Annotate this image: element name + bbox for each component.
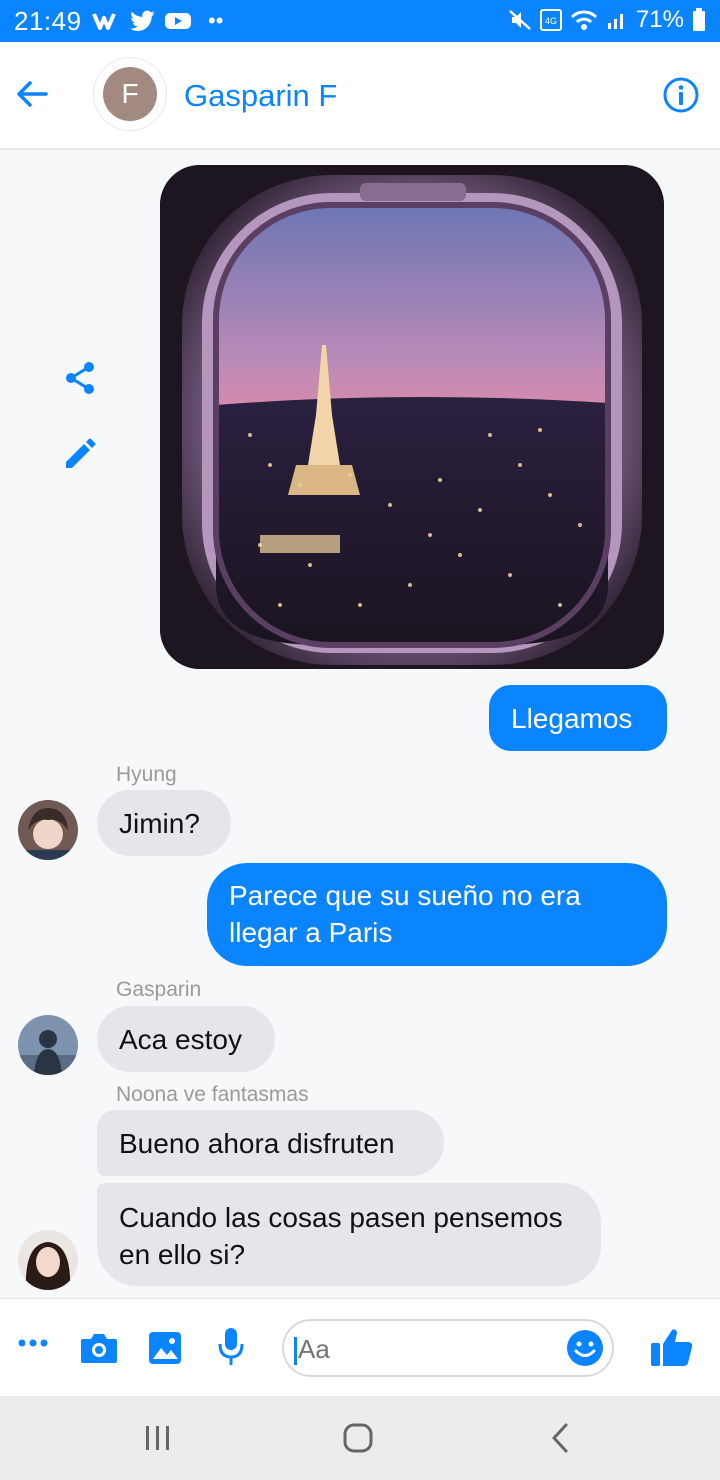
system-icons: 4G 71% — [508, 6, 706, 34]
camera-icon[interactable] — [80, 1331, 118, 1365]
message-input[interactable] — [296, 1331, 560, 1367]
system-navigation-bar — [0, 1396, 720, 1480]
airplane-window-eiffel-tower-photo — [160, 165, 664, 669]
home-icon[interactable] — [342, 1422, 374, 1454]
notification-icons: •• — [92, 8, 223, 34]
message-bubble-outgoing[interactable]: Parece que su sueño no era llegar a Pari… — [207, 863, 667, 966]
status-time: 21:49 — [14, 6, 82, 36]
message-bubble-outgoing[interactable]: Llegamos — [489, 685, 667, 751]
mute-icon — [509, 10, 531, 30]
contact-name[interactable]: Gasparin F — [184, 78, 337, 114]
contact-avatar[interactable]: F — [98, 62, 162, 126]
microphone-icon[interactable] — [218, 1327, 244, 1367]
shared-photo[interactable] — [160, 165, 664, 669]
message-bubble-incoming[interactable]: Jimin? — [97, 790, 231, 856]
more-icon[interactable] — [18, 1337, 48, 1349]
message-text: Bueno ahora disfruten — [119, 1127, 395, 1159]
svg-text:4G: 4G — [545, 16, 557, 26]
message-text: Aca estoy — [119, 1023, 242, 1055]
edit-pencil-icon[interactable] — [62, 436, 98, 472]
avatar-gasparin — [18, 1015, 78, 1075]
message-text: Parece que su sueño no era llegar a Pari… — [229, 880, 581, 948]
share-icon[interactable] — [62, 360, 98, 396]
message-input-box[interactable] — [282, 1319, 614, 1377]
message-composer — [0, 1298, 720, 1397]
wifi-icon — [570, 10, 598, 30]
avatar-hyung — [18, 800, 78, 860]
more-notifications-icon: •• — [208, 8, 224, 33]
message-bubble-incoming[interactable]: Aca estoy — [97, 1006, 275, 1072]
wattpad-icon — [92, 13, 116, 30]
sender-name: Gasparin — [116, 978, 202, 1001]
like-icon[interactable] — [650, 1327, 694, 1367]
avatar[interactable] — [18, 1230, 78, 1290]
battery-icon — [693, 8, 705, 31]
avatar-noona — [18, 1230, 78, 1290]
message-text: Jimin? — [119, 807, 200, 839]
battery-percent: 71% — [635, 6, 684, 33]
signal-icon — [607, 14, 623, 29]
back-nav-icon[interactable] — [548, 1422, 572, 1454]
emoji-icon[interactable] — [566, 1329, 604, 1367]
message-bubble-incoming[interactable]: Cuando las cosas pasen pensemos en ello … — [97, 1183, 601, 1286]
sender-name: Hyung — [116, 763, 177, 786]
gallery-icon[interactable] — [148, 1331, 182, 1365]
sender-name: Noona ve fantasmas — [116, 1083, 309, 1106]
back-arrow-icon[interactable] — [14, 76, 50, 112]
avatar[interactable] — [18, 800, 78, 860]
youtube-icon — [165, 13, 191, 29]
info-icon[interactable] — [662, 76, 700, 114]
message-text: Cuando las cosas pasen pensemos en ello … — [119, 1202, 563, 1270]
recent-apps-icon[interactable] — [144, 1424, 172, 1452]
chat-header: F Gasparin F — [0, 42, 720, 150]
twitter-icon — [130, 10, 155, 31]
message-text: Llegamos — [511, 702, 633, 734]
volte-icon: 4G — [539, 9, 562, 31]
status-bar: 21:49 •• 4G 71% — [0, 0, 720, 42]
avatar-letter: F — [103, 67, 157, 121]
message-bubble-incoming[interactable]: Bueno ahora disfruten — [97, 1110, 444, 1176]
avatar[interactable] — [18, 1015, 78, 1075]
